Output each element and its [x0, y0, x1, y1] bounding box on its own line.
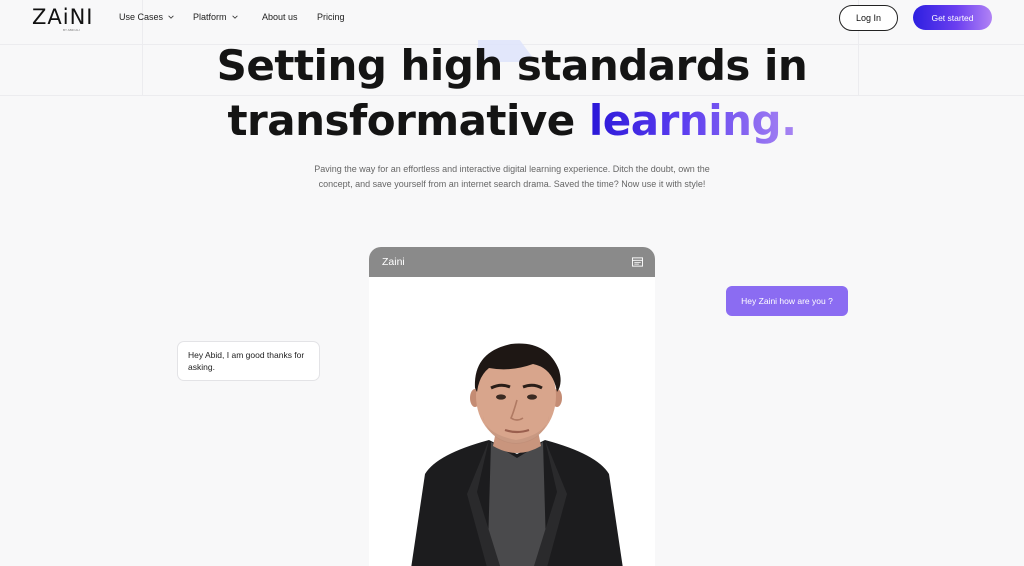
nav-item-label: Use Cases — [119, 12, 164, 22]
phone-header: Zaini — [369, 247, 655, 277]
phone-title: Zaini — [382, 256, 405, 268]
chat-phone-mockup: Zaini — [369, 247, 655, 566]
hero-headline-accent: learning. — [588, 96, 797, 145]
landing-page: ZAiNI BY ABID ALI Use Cases Platform Abo… — [0, 0, 1024, 566]
hero-headline-plain: transformative — [227, 96, 589, 145]
nav-item-label: Pricing — [317, 12, 345, 22]
nav-item-pricing[interactable]: Pricing — [317, 12, 345, 22]
top-navigation: ZAiNI BY ABID ALI Use Cases Platform Abo… — [0, 0, 1024, 34]
bot-chat-bubble: Hey Abid, I am good thanks for asking. — [177, 341, 320, 381]
ai-tutor-avatar — [411, 343, 623, 566]
hero-headline-line-1: Setting high standards in — [216, 41, 808, 90]
brand-logo[interactable]: ZAiNI — [32, 5, 94, 29]
hero-headline-line-2: transformative learning. — [0, 96, 1024, 146]
nav-item-about-us[interactable]: About us — [262, 12, 298, 22]
chevron-down-icon — [168, 15, 174, 19]
nav-item-platform[interactable]: Platform — [193, 12, 238, 22]
chevron-down-icon — [231, 15, 238, 19]
brand-logo-tagline: BY ABID ALI — [63, 28, 80, 32]
user-chat-bubble: Hey Zaini how are you ? — [726, 286, 848, 316]
login-button[interactable]: Log In — [839, 5, 898, 31]
chat-window-icon[interactable] — [632, 257, 643, 267]
nav-item-label: About us — [262, 12, 298, 22]
get-started-button[interactable]: Get started — [913, 5, 992, 30]
nav-item-use-cases[interactable]: Use Cases — [119, 12, 174, 22]
hero-subtitle: Paving the way for an effortless and int… — [314, 164, 710, 189]
nav-item-label: Platform — [193, 12, 227, 22]
